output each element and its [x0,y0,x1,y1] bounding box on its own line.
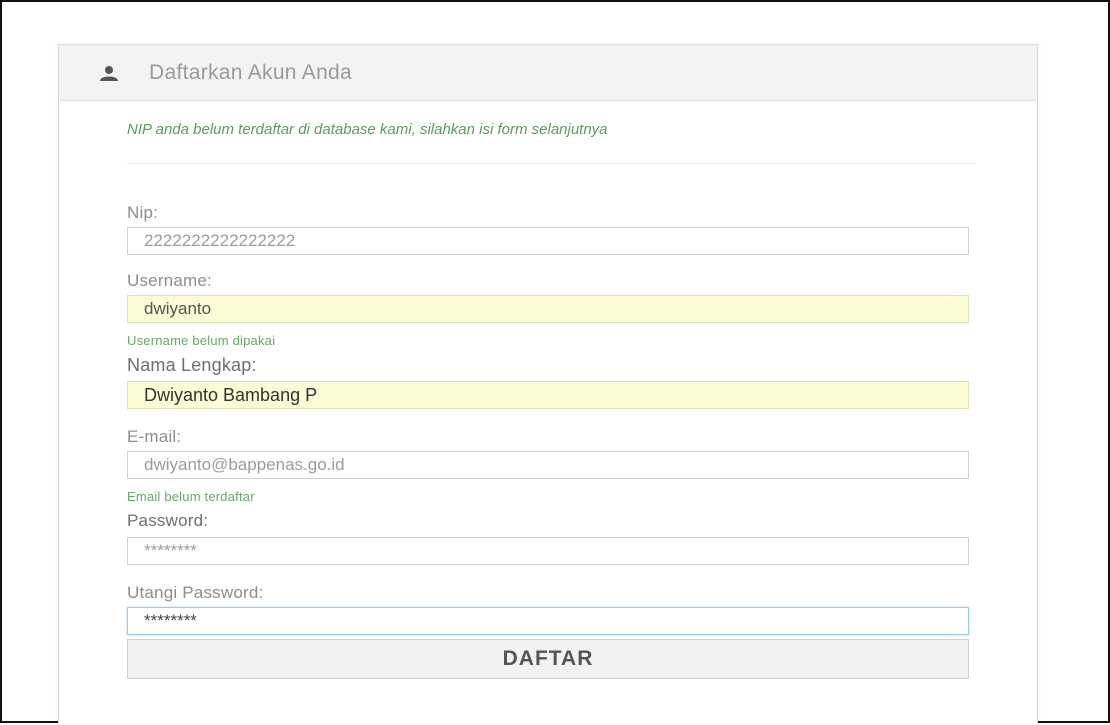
username-label: Username: [127,271,212,290]
panel-title: Daftarkan Akun Anda [149,60,353,84]
user-icon [99,63,119,83]
divider [127,163,975,164]
nip-input[interactable] [127,227,969,255]
screenshot-frame: Daftarkan Akun Anda NIP anda belum terda… [0,0,1110,725]
status-notice: NIP anda belum terdaftar di database kam… [127,121,608,138]
password-label: Password: [127,511,209,530]
utangi-password-input[interactable] [127,607,969,635]
password-input[interactable] [127,537,969,565]
nama-lengkap-label: Nama Lengkap: [127,355,257,375]
username-input[interactable] [127,295,969,323]
daftar-button[interactable]: DAFTAR [127,639,969,679]
email-label: E-mail: [127,427,182,446]
nama-lengkap-input[interactable] [127,381,969,409]
panel-header: Daftarkan Akun Anda [59,45,1037,101]
email-status: Email belum terdaftar [127,489,255,504]
email-input[interactable] [127,451,969,479]
utangi-password-label: Utangi Password: [127,583,264,602]
username-status: Username belum dipakai [127,333,276,348]
register-panel: Daftarkan Akun Anda NIP anda belum terda… [58,44,1038,725]
nip-label: Nip: [127,203,159,222]
